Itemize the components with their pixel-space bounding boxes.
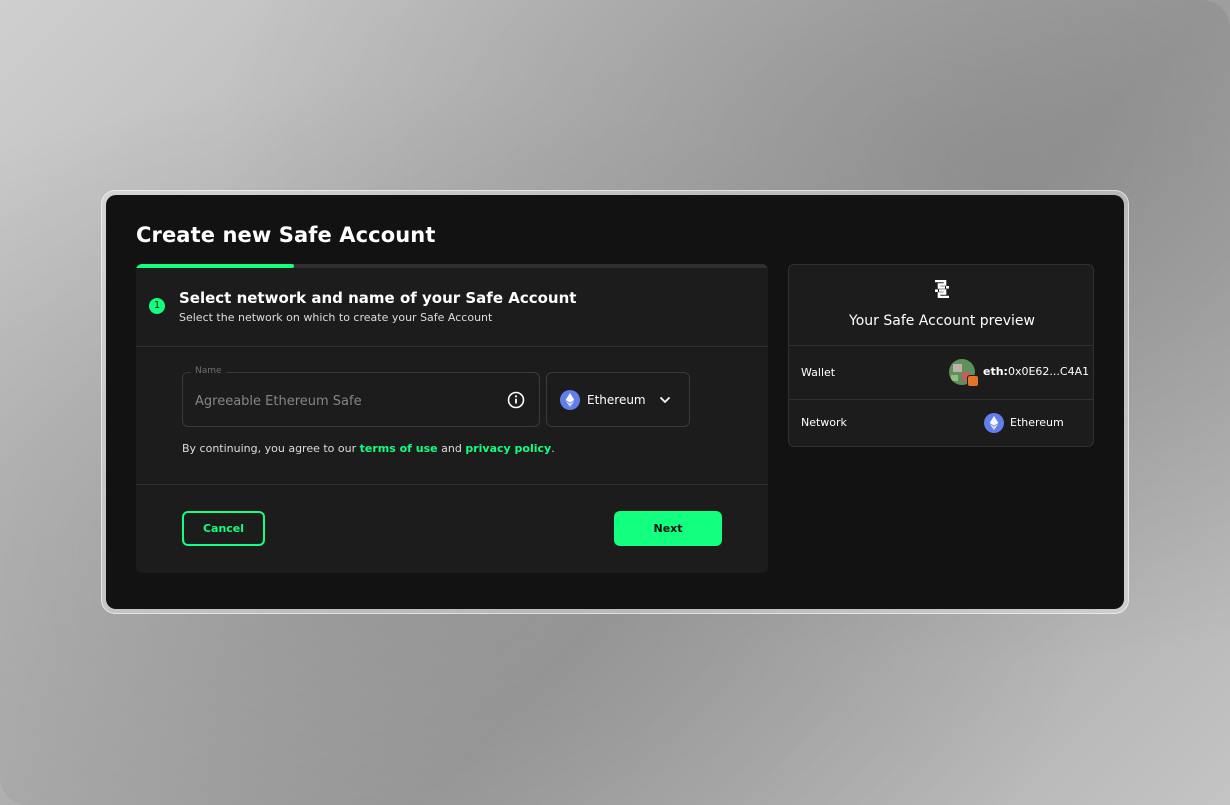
- create-safe-window: Create new Safe Account 1 Select network…: [106, 195, 1124, 609]
- terms-text: By continuing, you agree to our terms of…: [182, 442, 555, 455]
- divider: [136, 484, 768, 485]
- wallet-address-value: 0x0E62...C4A1: [1007, 365, 1090, 378]
- name-field[interactable]: Name: [182, 366, 540, 427]
- wallet-chain-prefix: eth:: [983, 365, 1008, 378]
- divider: [136, 346, 768, 347]
- preview-title: Your Safe Account preview: [849, 313, 1035, 329]
- ethereum-icon: [984, 413, 1004, 433]
- step-title: Select network and name of your Safe Acc…: [179, 289, 577, 307]
- next-button[interactable]: Next: [614, 511, 722, 546]
- safe-logo-icon: [935, 280, 949, 298]
- preview-network-value: Ethereum: [1010, 416, 1064, 429]
- divider: [789, 399, 1093, 400]
- name-input[interactable]: [195, 391, 495, 411]
- terms-of-use-link[interactable]: terms of use: [360, 442, 438, 455]
- page-title: Create new Safe Account: [136, 223, 436, 247]
- progress-bar-fill: [136, 264, 294, 268]
- progress-bar: [136, 264, 768, 268]
- step-card: 1 Select network and name of your Safe A…: [136, 264, 768, 573]
- ethereum-icon: [560, 390, 580, 410]
- info-circle-icon[interactable]: [507, 391, 525, 409]
- metamask-icon: [967, 375, 979, 387]
- cancel-button[interactable]: Cancel: [182, 511, 265, 546]
- step-subtitle: Select the network on which to create yo…: [179, 311, 493, 324]
- network-select[interactable]: Ethereum: [546, 372, 690, 427]
- chevron-down-icon: [660, 397, 670, 403]
- privacy-policy-link[interactable]: privacy policy: [465, 442, 551, 455]
- step-number-badge: 1: [149, 298, 165, 314]
- divider: [789, 345, 1093, 346]
- terms-suffix: .: [551, 442, 555, 455]
- terms-prefix: By continuing, you agree to our: [182, 442, 360, 455]
- name-field-label: Name: [191, 366, 226, 376]
- wallet-address[interactable]: eth:0x0E62...C4A1: [983, 365, 1089, 378]
- network-label: Network: [801, 416, 847, 429]
- terms-middle: and: [437, 442, 466, 455]
- safe-preview-panel: Your Safe Account preview Wallet eth:0x0…: [788, 264, 1094, 447]
- wallet-label: Wallet: [801, 366, 836, 379]
- network-select-value: Ethereum: [587, 393, 646, 407]
